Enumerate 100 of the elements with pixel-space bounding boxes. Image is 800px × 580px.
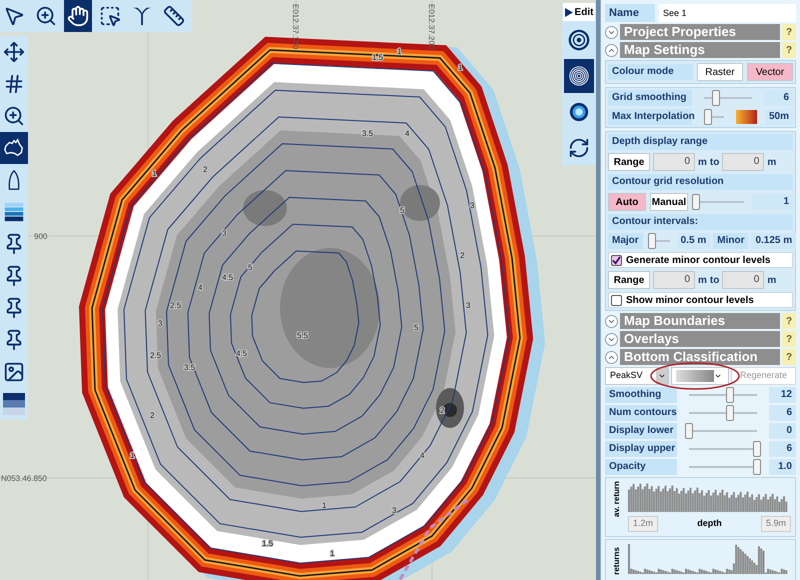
contour-label: 3 <box>466 301 470 310</box>
help-button[interactable]: ? <box>782 24 796 40</box>
help-button[interactable]: ? <box>782 349 796 365</box>
dropdown-value: PeakSV <box>610 369 644 382</box>
toolbar-button[interactable] <box>564 59 594 93</box>
to-label: to <box>710 156 720 170</box>
unit-label: m <box>767 156 776 170</box>
value-readout: 1.0 <box>769 459 796 475</box>
axis-label: returns <box>611 546 622 574</box>
mode-toggle[interactable]: Auto <box>608 193 646 211</box>
expand-toggle[interactable] <box>605 350 618 364</box>
contour-label: 1.5 <box>262 539 274 548</box>
field-label: Minor <box>713 233 748 249</box>
range-button[interactable]: Range <box>608 153 650 171</box>
caret-icon <box>658 372 666 380</box>
contour-label: 4.5 <box>236 349 248 358</box>
unit-label: m <box>698 274 707 288</box>
expand-toggle[interactable] <box>605 314 618 328</box>
contour-label: 3 <box>222 229 226 238</box>
caret-icon <box>714 372 722 380</box>
expand-toggle[interactable] <box>605 44 618 56</box>
range-max-field: 5.9m <box>760 516 791 532</box>
pointer-icon <box>3 5 25 27</box>
color-gradient-swatch <box>736 110 757 124</box>
value-readout: 6 <box>769 405 796 421</box>
input-field[interactable]: 0 <box>653 271 695 289</box>
value-readout: 1 <box>752 194 793 210</box>
rectangle-select-icon <box>99 5 121 27</box>
expand-toggle[interactable] <box>605 332 618 346</box>
value-readout: 6 <box>769 441 796 457</box>
contour-label: 3 <box>392 506 396 515</box>
zoom-in-icon <box>35 5 57 27</box>
group-title: Contour intervals: <box>608 214 793 230</box>
help-button[interactable]: ? <box>782 313 796 329</box>
slider-thumb[interactable] <box>726 387 734 403</box>
input-field[interactable]: 0 <box>722 271 764 289</box>
slider-thumb[interactable] <box>726 405 734 421</box>
value-readout: 6 <box>764 90 793 106</box>
checkbox-row[interactable]: Show minor contour levels <box>608 292 793 308</box>
unit-label: m <box>767 274 776 288</box>
mode-toggle[interactable]: Manual <box>650 193 688 211</box>
expand-toggle[interactable] <box>605 26 618 38</box>
contour-label: 2.5 <box>170 301 182 310</box>
contour-label: 2 <box>203 165 208 174</box>
contour-label: 3 <box>158 319 162 328</box>
contour-label: 2 <box>440 406 444 415</box>
source-dropdown[interactable]: PeakSV <box>605 367 669 385</box>
hand-icon <box>67 5 89 27</box>
check-icon <box>612 256 621 264</box>
move-icon <box>3 41 25 63</box>
range-button[interactable]: Range <box>608 271 650 289</box>
target-icon <box>568 29 590 51</box>
checkbox[interactable] <box>611 294 622 306</box>
input-field[interactable]: 0 <box>653 153 695 171</box>
axis-label: depth <box>697 517 722 530</box>
unit-label: m <box>698 156 707 170</box>
value-readout: 0.5 m <box>676 233 710 249</box>
name-field[interactable]: See 1 <box>659 4 796 22</box>
slider-thumb[interactable] <box>753 459 761 475</box>
slider-thumb[interactable] <box>692 194 700 210</box>
field-label: Max Interpolation <box>608 109 692 125</box>
toolbar-button[interactable] <box>0 132 28 164</box>
contour-label: 4 <box>405 129 410 138</box>
palette-dropdown[interactable] <box>671 367 729 385</box>
palette-swatch <box>676 370 714 382</box>
field-label: Name <box>605 4 655 22</box>
contour-label: 1 <box>458 63 462 72</box>
mode-toggle[interactable]: Raster <box>697 63 743 81</box>
value-readout: 0.125 m <box>751 233 796 249</box>
contour-label: 1 <box>152 169 156 178</box>
slider-thumb[interactable] <box>648 233 656 249</box>
group-title: Depth display range <box>608 134 793 150</box>
contour-label: 5 <box>414 323 418 332</box>
input-field[interactable]: 0 <box>722 153 764 171</box>
grid-icon <box>3 73 25 95</box>
checkbox-label: Generate minor contour levels <box>626 254 770 268</box>
help-button[interactable]: ? <box>782 42 796 58</box>
contour-label: 1 <box>322 501 326 510</box>
toolbar-button[interactable] <box>64 0 92 32</box>
help-button[interactable]: ? <box>782 331 796 347</box>
checkbox-row[interactable]: Generate minor contour levels <box>608 252 793 268</box>
coordinate-label: N053.46.850 <box>1 474 47 483</box>
slider-thumb[interactable] <box>685 423 693 439</box>
contour-label: 1 <box>330 549 334 558</box>
edit-button[interactable]: Edit <box>562 3 596 21</box>
slider-thumb[interactable] <box>704 109 712 125</box>
slider-thumb[interactable] <box>712 90 720 106</box>
checkbox[interactable] <box>611 254 622 266</box>
field-label: Smoothing <box>605 387 677 403</box>
mode-toggle[interactable]: Vector <box>747 63 793 81</box>
field-label: Major <box>608 233 643 249</box>
field-label: Num contours <box>605 405 677 421</box>
contour-label: 1.5 <box>372 53 384 62</box>
slider-thumb[interactable] <box>753 441 761 457</box>
axis-label: av. return <box>611 481 622 517</box>
coordinate-label: 900 <box>34 232 48 241</box>
ruler-icon <box>163 5 185 27</box>
contour-label: 4.5 <box>222 273 234 282</box>
concentric-rings-icon <box>568 65 590 87</box>
field-label: Grid smoothing <box>608 90 692 106</box>
